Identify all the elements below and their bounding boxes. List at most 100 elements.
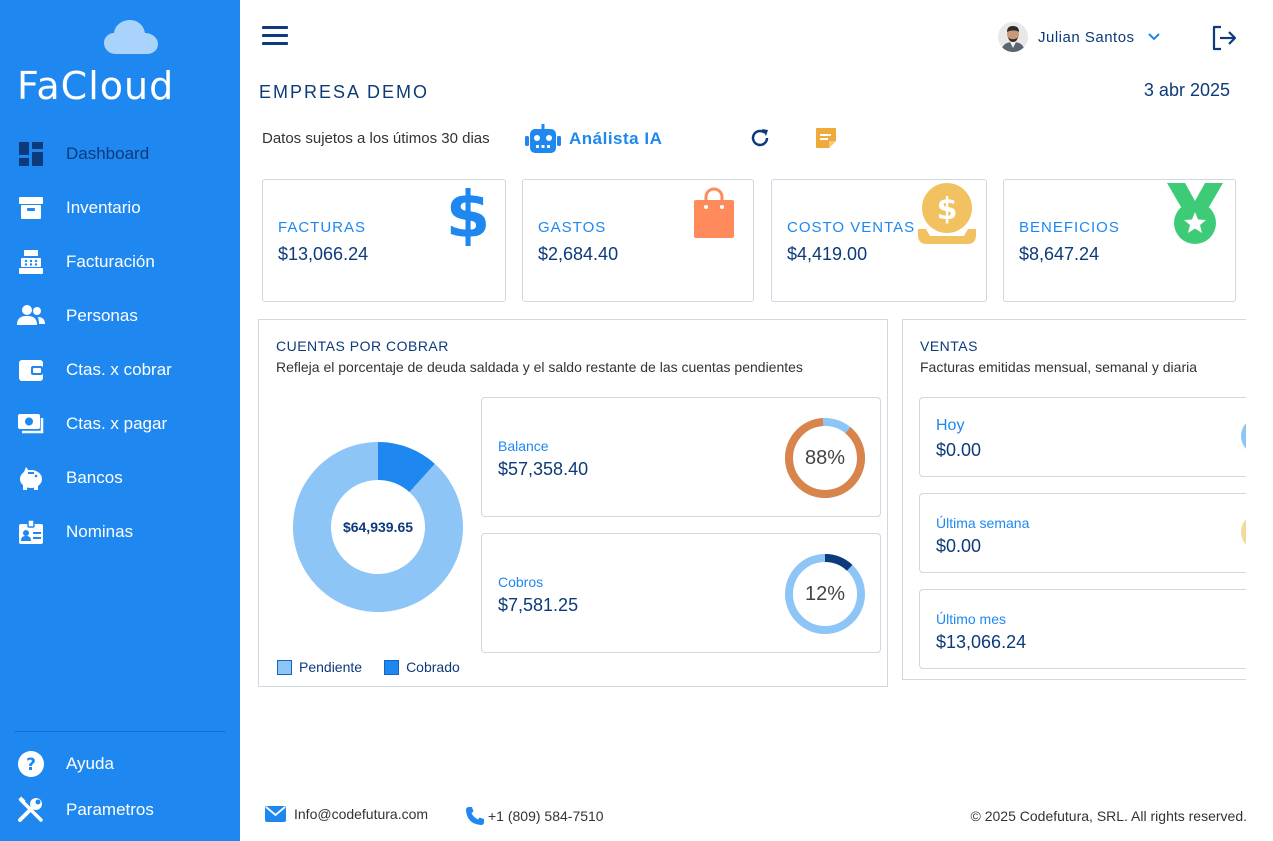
chevron-down-icon (1147, 33, 1160, 41)
kpi-card-costo-ventas[interactable]: COSTO VENTAS $4,419.00 $ (771, 179, 987, 302)
sidebar-item-label: Personas (66, 306, 138, 325)
legend-label: Cobrado (406, 659, 460, 675)
kpi-card-facturas[interactable]: FACTURAS $13,066.24 $ (262, 179, 506, 302)
tools-icon (17, 796, 45, 824)
sidebar-item-inventario[interactable]: Inventario (0, 188, 240, 228)
avatar (998, 22, 1028, 52)
today-sales-icon (1241, 423, 1246, 449)
sidebar-item-personas[interactable]: Personas (0, 296, 240, 336)
footer-email[interactable]: Info@codefutura.com (265, 806, 428, 822)
kpi-value: $4,419.00 (787, 244, 868, 264)
medal-icon (1167, 183, 1223, 244)
legend-swatch (277, 659, 292, 675)
cobros-label: Cobros (498, 574, 544, 590)
svg-text:?: ? (26, 755, 36, 775)
sidebar-item-parametros[interactable]: Parametros (0, 790, 240, 830)
cobros-value: $7,581.25 (498, 595, 579, 615)
panel-subtitle: Facturas emitidas mensual, semanal y dia… (920, 359, 1198, 375)
sidebar-item-nominas[interactable]: Nominas (0, 512, 240, 552)
sidebar-item-ayuda[interactable]: ? Ayuda (0, 744, 240, 784)
coin-hand-icon: $ (918, 183, 976, 244)
ai-analyst-label: Análista IA (569, 129, 663, 148)
ventas-card-label: Última semana (936, 515, 1030, 531)
ventas-panel: VENTAS Facturas emitidas mensual, semana… (902, 319, 1246, 680)
svg-text:$: $ (937, 192, 958, 227)
wallet-icon (17, 356, 45, 384)
piggy-bank-icon (17, 464, 45, 492)
sidebar-item-label: Facturación (66, 252, 155, 271)
dashboard-icon (17, 140, 45, 168)
cash-register-icon (17, 248, 45, 276)
kpi-card-beneficios[interactable]: BENEFICIOS $8,647.24 (1003, 179, 1236, 302)
sidebar-item-label: Dashboard (66, 144, 150, 163)
panel-subtitle: Refleja el porcentaje de deuda saldada y… (276, 359, 803, 375)
legend-item-cobrado[interactable]: Cobrado (384, 659, 460, 675)
balance-card: Balance $57,358.40 88% (481, 397, 881, 517)
help-icon: ? (17, 750, 45, 778)
menu-toggle-button[interactable] (262, 26, 288, 48)
panel-title: VENTAS (920, 338, 978, 354)
cuentas-por-cobrar-panel: CUENTAS POR COBRAR Refleja el porcentaje… (258, 319, 888, 687)
legend-label: Pendiente (299, 659, 363, 675)
svg-text:$: $ (446, 184, 490, 246)
user-menu[interactable]: Julian Santos (998, 22, 1161, 52)
kpi-value: $2,684.40 (538, 244, 619, 264)
data-range-note: Datos sujetos a los útimos 30 dias (262, 130, 490, 147)
kpi-value: $8,647.24 (1019, 244, 1100, 264)
sidebar-item-label: Ayuda (66, 754, 114, 773)
kpi-card-gastos[interactable]: GASTOS $2,684.40 (522, 179, 754, 302)
ai-analyst-button[interactable]: Análista IA (525, 124, 662, 154)
ventas-card-semana: Última semana $0.00 (919, 493, 1246, 573)
sidebar-item-label: Ctas. x pagar (66, 414, 168, 433)
kpi-title: BENEFICIOS (1019, 219, 1120, 236)
legend-swatch (384, 659, 400, 675)
kpi-title: FACTURAS (278, 219, 367, 236)
ventas-card-value: $13,066.24 (936, 632, 1027, 652)
sidebar-item-ctas-pagar[interactable]: Ctas. x pagar (0, 404, 240, 444)
receivables-donut-chart: $64,939.65 (292, 441, 464, 613)
note-icon[interactable] (814, 126, 838, 150)
logout-icon[interactable] (1210, 24, 1238, 52)
sidebar-item-facturacion[interactable]: Facturación (0, 242, 240, 282)
legend-item-pendiente[interactable]: Pendiente (277, 659, 362, 675)
cobros-card: Cobros $7,581.25 12% (481, 533, 881, 653)
sidebar-item-dashboard[interactable]: Dashboard (0, 134, 240, 174)
balance-label: Balance (498, 438, 549, 454)
ventas-card-label: Hoy (936, 417, 965, 434)
donut-total: $64,939.65 (342, 519, 414, 535)
company-name: EMPRESA DEMO (259, 82, 430, 102)
kpi-title: GASTOS (538, 219, 607, 236)
refresh-icon[interactable] (748, 126, 772, 150)
ventas-card-hoy: Hoy $0.00 (919, 397, 1246, 477)
balance-percent: 88% (804, 446, 846, 469)
footer-phone[interactable]: +1 (809) 584-7510 (465, 806, 604, 826)
sidebar-item-label: Nominas (66, 522, 134, 541)
sidebar-item-ctas-cobrar[interactable]: Ctas. x cobrar (0, 350, 240, 390)
shopping-bag-icon (694, 187, 734, 238)
sidebar-item-label: Ctas. x cobrar (66, 360, 172, 379)
footer-copyright: © 2025 Codefutura, SRL. All rights reser… (970, 808, 1247, 824)
dollar-icon: $ (446, 184, 490, 246)
hamburger-line (262, 42, 288, 45)
ventas-card-mes: Último mes $13,066.24 (919, 589, 1246, 669)
sidebar: FaCloud Dashboard Inventario Facturación… (0, 0, 240, 841)
ventas-card-value: $0.00 (936, 440, 982, 460)
phone-icon (466, 807, 484, 825)
footer-email-text: Info@codefutura.com (294, 806, 429, 822)
user-name: Julian Santos (1038, 28, 1135, 46)
money-icon (17, 410, 45, 438)
robot-icon (525, 124, 561, 153)
people-icon (17, 302, 45, 330)
hamburger-line (262, 26, 288, 29)
current-date: 3 abr 2025 (1143, 80, 1230, 100)
sidebar-item-bancos[interactable]: Bancos (0, 458, 240, 498)
brand-name: FaCloud (17, 64, 175, 108)
cobros-percent: 12% (804, 582, 846, 605)
hamburger-line (262, 34, 288, 37)
chart-legend: Pendiente Cobrado (277, 659, 482, 675)
ventas-card-value: $0.00 (936, 536, 982, 556)
sidebar-item-label: Inventario (66, 198, 141, 217)
sidebar-divider (14, 731, 226, 732)
sidebar-item-label: Bancos (66, 468, 123, 487)
kpi-value: $13,066.24 (278, 244, 369, 264)
